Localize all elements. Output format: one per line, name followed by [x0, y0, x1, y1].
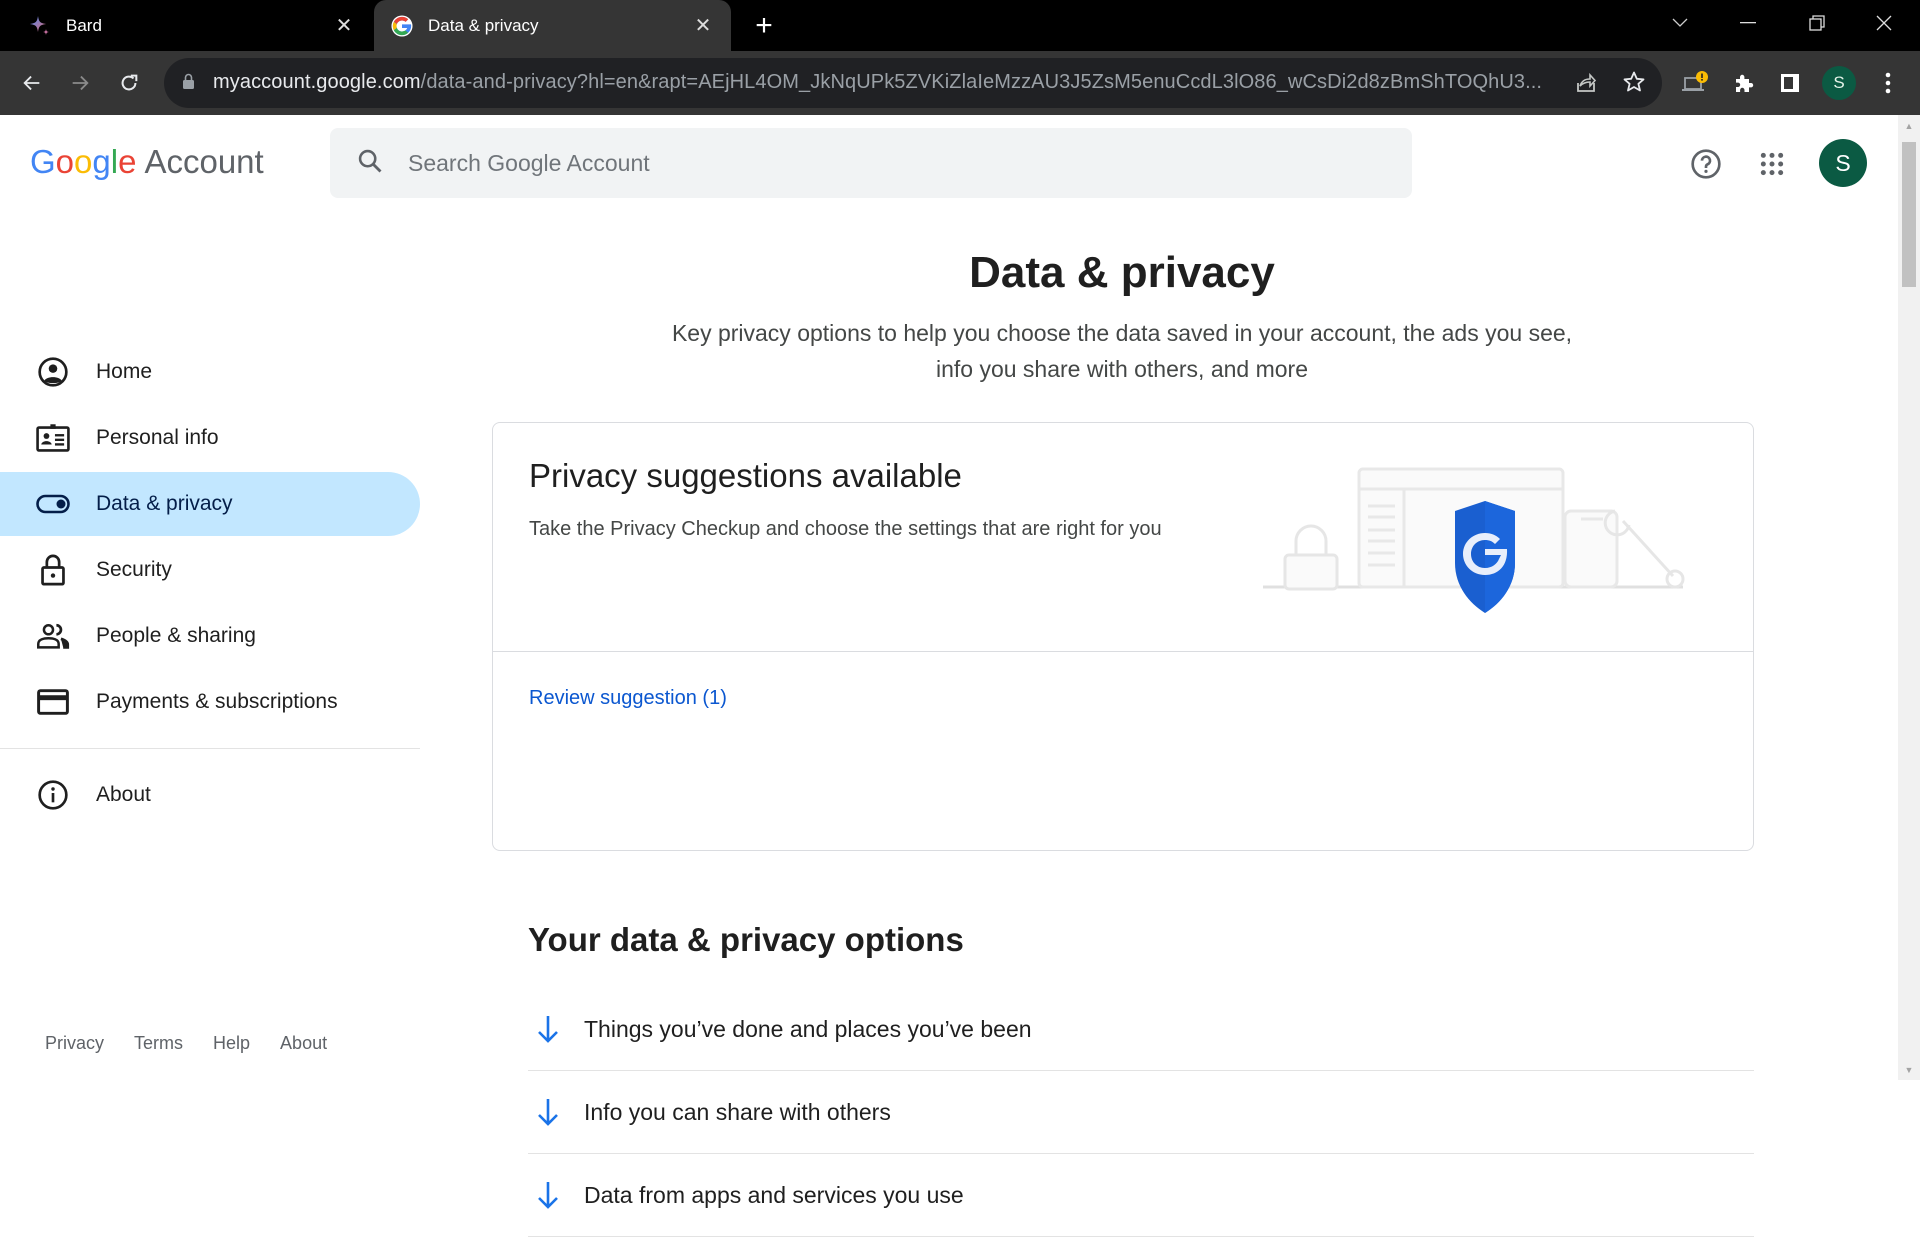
- browser-toolbar: myaccount.google.com/data-and-privacy?hl…: [0, 51, 1920, 115]
- browser-tab-strip: Bard ✕ Data & privacy ✕ +: [0, 0, 1920, 51]
- restore-icon[interactable]: [1797, 8, 1837, 38]
- sidebar-item-home[interactable]: Home: [0, 340, 420, 404]
- logo-letter: o: [74, 143, 93, 180]
- phone-illustration: [1563, 509, 1619, 589]
- privacy-checkup-illustration: [1263, 467, 1685, 613]
- arrow-down-icon: [532, 1013, 564, 1045]
- url-path: /data-and-privacy?hl=en&rapt=AEjHL4OM_Jk…: [420, 71, 1543, 93]
- lock-icon[interactable]: [182, 73, 195, 95]
- share-icon[interactable]: [1574, 71, 1598, 100]
- logo-letter: l: [110, 143, 119, 180]
- sidebar-divider: [0, 748, 420, 749]
- sidebar-item-people-sharing[interactable]: People & sharing: [0, 604, 420, 668]
- page-subtitle: Key privacy options to help you choose t…: [671, 320, 1573, 382]
- sidebar-item-about[interactable]: About: [0, 763, 420, 827]
- sidebar-item-label: People & sharing: [96, 624, 256, 647]
- close-window-icon[interactable]: [1864, 8, 1904, 38]
- search-box[interactable]: [330, 128, 1412, 198]
- sidebar-item-label: Payments & subscriptions: [96, 690, 338, 713]
- option-row-apps-data[interactable]: Data from apps and services you use: [528, 1154, 1754, 1237]
- tab-title: Data & privacy: [428, 15, 539, 35]
- sidebar-item-personal-info[interactable]: Personal info: [0, 406, 420, 470]
- bard-sparkle-icon: [28, 14, 52, 38]
- google-account-logo[interactable]: Google Account: [30, 143, 264, 181]
- extension-alert-icon[interactable]: [1680, 67, 1712, 99]
- logo-letter: G: [30, 143, 56, 180]
- page-title: Data & privacy: [969, 248, 1275, 297]
- scrollbar-thumb[interactable]: [1902, 142, 1916, 287]
- option-label: Data from apps and services you use: [584, 1181, 964, 1208]
- card-divider: [493, 651, 1753, 652]
- review-suggestion-link[interactable]: Review suggestion (1): [529, 687, 727, 710]
- extensions-puzzle-icon[interactable]: [1728, 67, 1760, 99]
- id-card-icon: [36, 421, 70, 455]
- tab-title: Bard: [66, 15, 102, 35]
- footer-link-about[interactable]: About: [280, 1033, 327, 1054]
- back-arrow-icon[interactable]: [16, 67, 48, 99]
- home-account-icon: [36, 355, 70, 389]
- page-content: Google Account S Home Personal info: [0, 115, 1898, 1237]
- account-avatar[interactable]: S: [1819, 139, 1867, 187]
- logo-account-text: Account: [144, 143, 264, 180]
- card-title: Privacy suggestions available: [529, 457, 962, 494]
- option-label: Things you’ve done and places you’ve bee…: [584, 1015, 1032, 1042]
- sidebar-item-security[interactable]: Security: [0, 538, 420, 602]
- logo-letter: o: [55, 143, 75, 180]
- google-apps-icon[interactable]: [1752, 144, 1792, 184]
- tab-bard[interactable]: Bard ✕: [0, 0, 372, 51]
- sidebar-item-label: About: [96, 783, 151, 806]
- side-panel-icon[interactable]: [1774, 67, 1806, 99]
- forward-arrow-icon[interactable]: [64, 67, 96, 99]
- card-description: Take the Privacy Checkup and choose the …: [529, 518, 1162, 540]
- tab-close-icon[interactable]: ✕: [332, 14, 356, 38]
- google-shield-icon: [1455, 501, 1515, 613]
- logo-letter: g: [92, 143, 111, 180]
- sidebar-item-data-privacy[interactable]: Data & privacy: [0, 472, 420, 536]
- address-bar[interactable]: myaccount.google.com/data-and-privacy?hl…: [164, 58, 1662, 108]
- scroll-down-arrow-icon[interactable]: ▼: [1898, 1061, 1920, 1078]
- new-tab-button[interactable]: +: [748, 9, 780, 42]
- arrow-down-icon: [532, 1096, 564, 1128]
- footer-links: Privacy Terms Help About: [45, 1033, 357, 1054]
- lock-icon: [36, 553, 70, 587]
- search-input[interactable]: [408, 149, 1412, 177]
- credit-card-icon: [36, 685, 70, 719]
- search-icon[interactable]: [356, 147, 384, 180]
- tab-search-chevron-icon[interactable]: [1660, 8, 1700, 38]
- arrow-down-icon: [532, 1179, 564, 1211]
- section-title: Your data & privacy options: [528, 921, 964, 958]
- footer-link-terms[interactable]: Terms: [134, 1033, 183, 1054]
- help-icon[interactable]: [1686, 144, 1726, 184]
- option-label: Info you can share with others: [584, 1098, 891, 1125]
- url-host: myaccount.google.com: [213, 71, 421, 93]
- bookmark-star-icon[interactable]: [1622, 70, 1646, 99]
- toggle-icon: [36, 487, 70, 521]
- tab-close-icon[interactable]: ✕: [691, 14, 715, 38]
- option-row-share[interactable]: Info you can share with others: [528, 1071, 1754, 1154]
- sidebar-item-label: Data & privacy: [96, 492, 233, 515]
- sidebar-item-label: Home: [96, 360, 153, 383]
- google-g-icon: [390, 14, 414, 38]
- reload-icon[interactable]: [113, 67, 145, 99]
- browser-profile-avatar[interactable]: S: [1822, 66, 1856, 100]
- sidebar-item-label: Security: [96, 558, 172, 581]
- url-text[interactable]: myaccount.google.com/data-and-privacy?hl…: [213, 71, 1553, 94]
- lock-illustration-icon: [1283, 524, 1339, 591]
- footer-link-help[interactable]: Help: [213, 1033, 250, 1054]
- page-scrollbar[interactable]: ▲ ▼: [1898, 115, 1920, 1080]
- logo-letter: e: [118, 143, 137, 180]
- tab-data-privacy[interactable]: Data & privacy ✕: [374, 0, 731, 51]
- sidebar-nav: Home Personal info Data & privacy Securi…: [0, 340, 420, 829]
- people-icon: [36, 619, 70, 653]
- option-row-activity[interactable]: Things you’ve done and places you’ve bee…: [528, 988, 1754, 1071]
- scroll-up-arrow-icon[interactable]: ▲: [1898, 117, 1920, 134]
- info-icon: [36, 778, 70, 812]
- footer-link-privacy[interactable]: Privacy: [45, 1033, 104, 1054]
- sidebar-item-payments[interactable]: Payments & subscriptions: [0, 670, 420, 734]
- sidebar-item-label: Personal info: [96, 426, 219, 449]
- browser-menu-icon[interactable]: [1872, 67, 1904, 99]
- minimize-icon[interactable]: [1728, 8, 1768, 38]
- privacy-suggestions-card: Privacy suggestions available Take the P…: [492, 422, 1754, 851]
